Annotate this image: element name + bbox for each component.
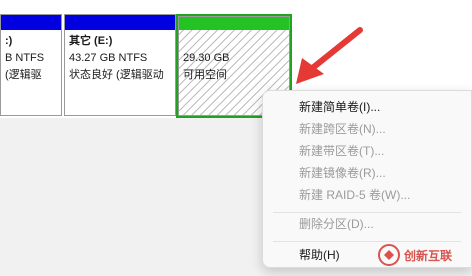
menu-item-new-mirrored-volume[interactable]: 新建镜像卷(R)... — [299, 162, 386, 184]
logo-icon — [378, 244, 400, 266]
menu-separator — [273, 241, 461, 242]
partition-bar — [1, 15, 61, 30]
partition-bar — [65, 15, 175, 30]
partition-status: (逻辑驱 — [5, 69, 42, 81]
menu-item-new-spanned-volume[interactable]: 新建跨区卷(N)... — [299, 118, 386, 140]
watermark: 创新互联 — [378, 244, 452, 266]
menu-item-new-raid5-volume[interactable]: 新建 RAID-5 卷(W)... — [299, 184, 410, 206]
context-menu: 新建简单卷(I)... 新建跨区卷(N)... 新建带区卷(T)... 新建镜像… — [262, 90, 472, 268]
menu-item-new-simple-volume[interactable]: 新建简单卷(I)... — [299, 96, 380, 118]
watermark-text: 创新互联 — [404, 248, 453, 263]
partition-title: 其它 (E:) — [69, 35, 113, 47]
partition-size: 43.27 GB NTFS — [69, 52, 148, 64]
menu-item-help[interactable]: 帮助(H) — [299, 244, 340, 266]
partition-status: 状态良好 (逻辑驱动 — [69, 69, 164, 81]
partition-title: :) — [5, 35, 13, 47]
partition-size: B NTFS — [5, 52, 45, 64]
red-arrow-icon — [296, 27, 363, 84]
partition-c[interactable]: :) B NTFS (逻辑驱 — [0, 14, 62, 116]
partition-e[interactable]: 其它 (E:) 43.27 GB NTFS 状态良好 (逻辑驱动 — [64, 14, 176, 116]
menu-item-delete-partition[interactable]: 删除分区(D)... — [299, 213, 374, 235]
menu-item-new-striped-volume[interactable]: 新建带区卷(T)... — [299, 140, 384, 162]
